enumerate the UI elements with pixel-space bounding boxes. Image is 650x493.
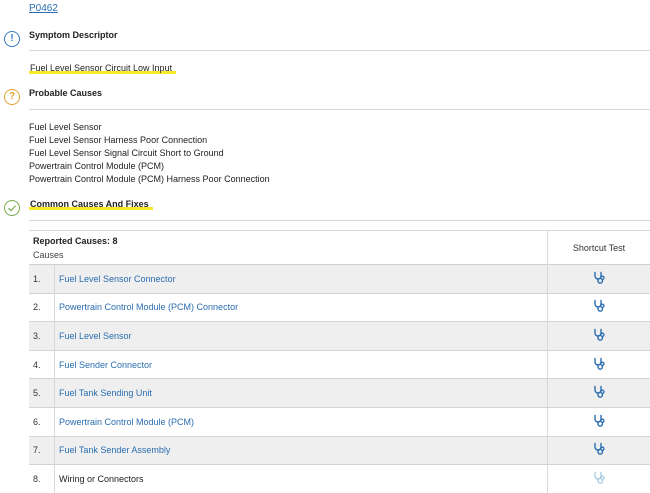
cause-name-link[interactable]: Powertrain Control Module (PCM) bbox=[59, 408, 194, 436]
stethoscope-icon bbox=[592, 299, 606, 315]
row-number: 1. bbox=[33, 273, 41, 284]
causes-column-header: Causes bbox=[33, 250, 64, 260]
list-item: Powertrain Control Module (PCM) Harness … bbox=[29, 174, 270, 184]
table-row: 4. Fuel Sender Connector bbox=[29, 350, 650, 380]
table-row: 7. Fuel Tank Sender Assembly bbox=[29, 436, 650, 466]
stethoscope-icon bbox=[592, 357, 606, 373]
table-row: 5. Fuel Tank Sending Unit bbox=[29, 379, 650, 408]
table-row: 3. Fuel Level Sensor bbox=[29, 322, 650, 351]
check-icon bbox=[4, 200, 20, 216]
row-number: 7. bbox=[33, 445, 41, 456]
list-item: Fuel Level Sensor Signal Circuit Short t… bbox=[29, 148, 224, 158]
list-item: Powertrain Control Module (PCM) bbox=[29, 161, 165, 171]
table-row: 2. Powertrain Control Module (PCM) Connec… bbox=[29, 293, 650, 323]
row-number: 5. bbox=[33, 388, 41, 399]
causes-table: Reported Causes: 8 Causes Shortcut Test … bbox=[29, 230, 650, 493]
row-number: 3. bbox=[33, 330, 41, 341]
list-item: Fuel Level Sensor Harness Poor Connectio… bbox=[29, 135, 208, 145]
stethoscope-icon bbox=[592, 442, 606, 458]
stethoscope-icon bbox=[592, 414, 606, 430]
cause-name-link[interactable]: Powertrain Control Module (PCM) Connecto… bbox=[59, 294, 238, 322]
question-icon: ? bbox=[4, 89, 20, 105]
cause-name-link[interactable]: Fuel Tank Sender Assembly bbox=[59, 437, 170, 465]
shortcut-test-header: Shortcut Test bbox=[547, 231, 650, 265]
probable-causes-list: Fuel Level Sensor Fuel Level Sensor Harn… bbox=[29, 121, 270, 186]
list-item: Fuel Level Sensor bbox=[29, 122, 102, 132]
table-row: 1. Fuel Level Sensor Connector bbox=[29, 265, 650, 294]
cause-name-link[interactable]: Fuel Level Sensor Connector bbox=[59, 265, 176, 293]
shortcut-test-button bbox=[547, 465, 650, 493]
shortcut-test-button[interactable] bbox=[547, 436, 650, 465]
stethoscope-icon bbox=[592, 385, 606, 401]
dtc-code-link[interactable]: P0462 bbox=[29, 3, 58, 14]
cause-name-link[interactable]: Fuel Sender Connector bbox=[59, 351, 152, 379]
shortcut-test-button[interactable] bbox=[547, 322, 650, 350]
divider bbox=[29, 50, 650, 51]
row-number: 8. bbox=[33, 473, 41, 484]
table-row: 8. Wiring or Connectors bbox=[29, 465, 650, 493]
divider bbox=[29, 109, 650, 110]
probable-causes-heading: Probable Causes bbox=[29, 88, 103, 98]
shortcut-test-button[interactable] bbox=[547, 265, 650, 293]
table-row: 6. Powertrain Control Module (PCM) bbox=[29, 407, 650, 437]
cause-name-link[interactable]: Fuel Level Sensor bbox=[59, 322, 132, 350]
reported-causes-count: Reported Causes: 8 bbox=[33, 236, 118, 246]
stethoscope-icon bbox=[592, 271, 606, 287]
symptom-descriptor-text: Fuel Level Sensor Circuit Low Input bbox=[29, 63, 177, 75]
shortcut-test-button[interactable] bbox=[547, 379, 650, 407]
shortcut-test-button[interactable] bbox=[547, 407, 650, 436]
shortcut-test-button[interactable] bbox=[547, 293, 650, 322]
row-number: 6. bbox=[33, 416, 41, 427]
stethoscope-icon bbox=[592, 328, 606, 344]
common-causes-heading: Common Causes And Fixes bbox=[29, 199, 153, 211]
info-icon: ! bbox=[4, 31, 20, 47]
row-number: 2. bbox=[33, 302, 41, 313]
divider bbox=[29, 220, 650, 221]
cause-name-link[interactable]: Fuel Tank Sending Unit bbox=[59, 379, 152, 407]
stethoscope-icon bbox=[592, 471, 606, 487]
table-header: Reported Causes: 8 Causes Shortcut Test bbox=[29, 231, 650, 265]
cause-name: Wiring or Connectors bbox=[59, 473, 144, 484]
symptom-descriptor-heading: Symptom Descriptor bbox=[29, 30, 118, 40]
shortcut-test-button[interactable] bbox=[547, 350, 650, 379]
row-number: 4. bbox=[33, 359, 41, 370]
